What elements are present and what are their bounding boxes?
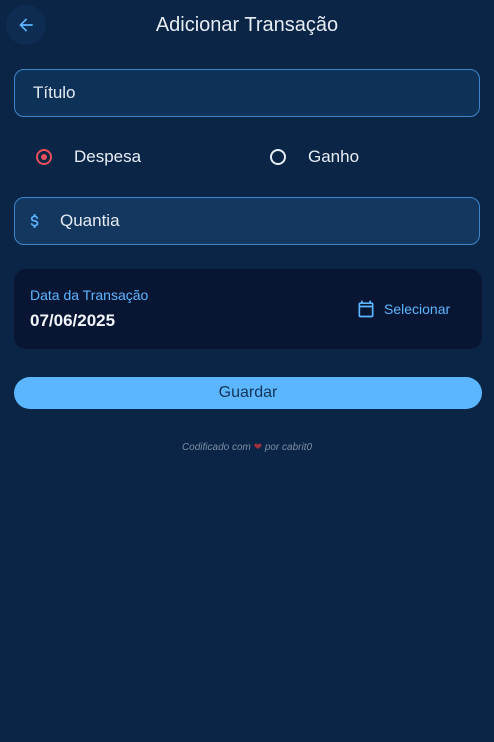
calendar-icon	[358, 300, 374, 318]
app-bar: Adicionar Transação	[0, 0, 494, 52]
footer-credit: Codificado com ❤ por cabrit0	[0, 442, 494, 453]
amount-input[interactable]	[58, 198, 463, 244]
amount-field[interactable]	[14, 197, 480, 245]
date-value: 07/06/2025	[30, 311, 116, 330]
date-label: Data da Transação	[30, 287, 149, 303]
save-button[interactable]: Guardar	[14, 377, 482, 409]
radio-despesa-label: Despesa	[74, 147, 142, 166]
date-card: Data da Transação 07/06/2025 Selecionar	[14, 269, 482, 349]
footer-suffix: por cabrit0	[264, 442, 313, 453]
page-title: Adicionar Transação	[155, 14, 339, 36]
title-field[interactable]	[14, 69, 480, 117]
radio-despesa[interactable]: Despesa	[36, 143, 141, 171]
heart-icon: ❤	[253, 442, 263, 453]
dollar-icon	[30, 214, 39, 228]
select-date-label: Selecionar	[384, 301, 451, 317]
footer-prefix: Codificado com	[181, 442, 251, 453]
radio-ganho[interactable]: Ganho	[270, 143, 359, 171]
title-input[interactable]	[31, 70, 463, 116]
radio-ganho-label: Ganho	[308, 147, 360, 166]
radio-unselected-icon[interactable]	[270, 149, 286, 165]
radio-selected-icon[interactable]	[36, 149, 52, 165]
select-date-button[interactable]: Selecionar	[356, 295, 450, 323]
